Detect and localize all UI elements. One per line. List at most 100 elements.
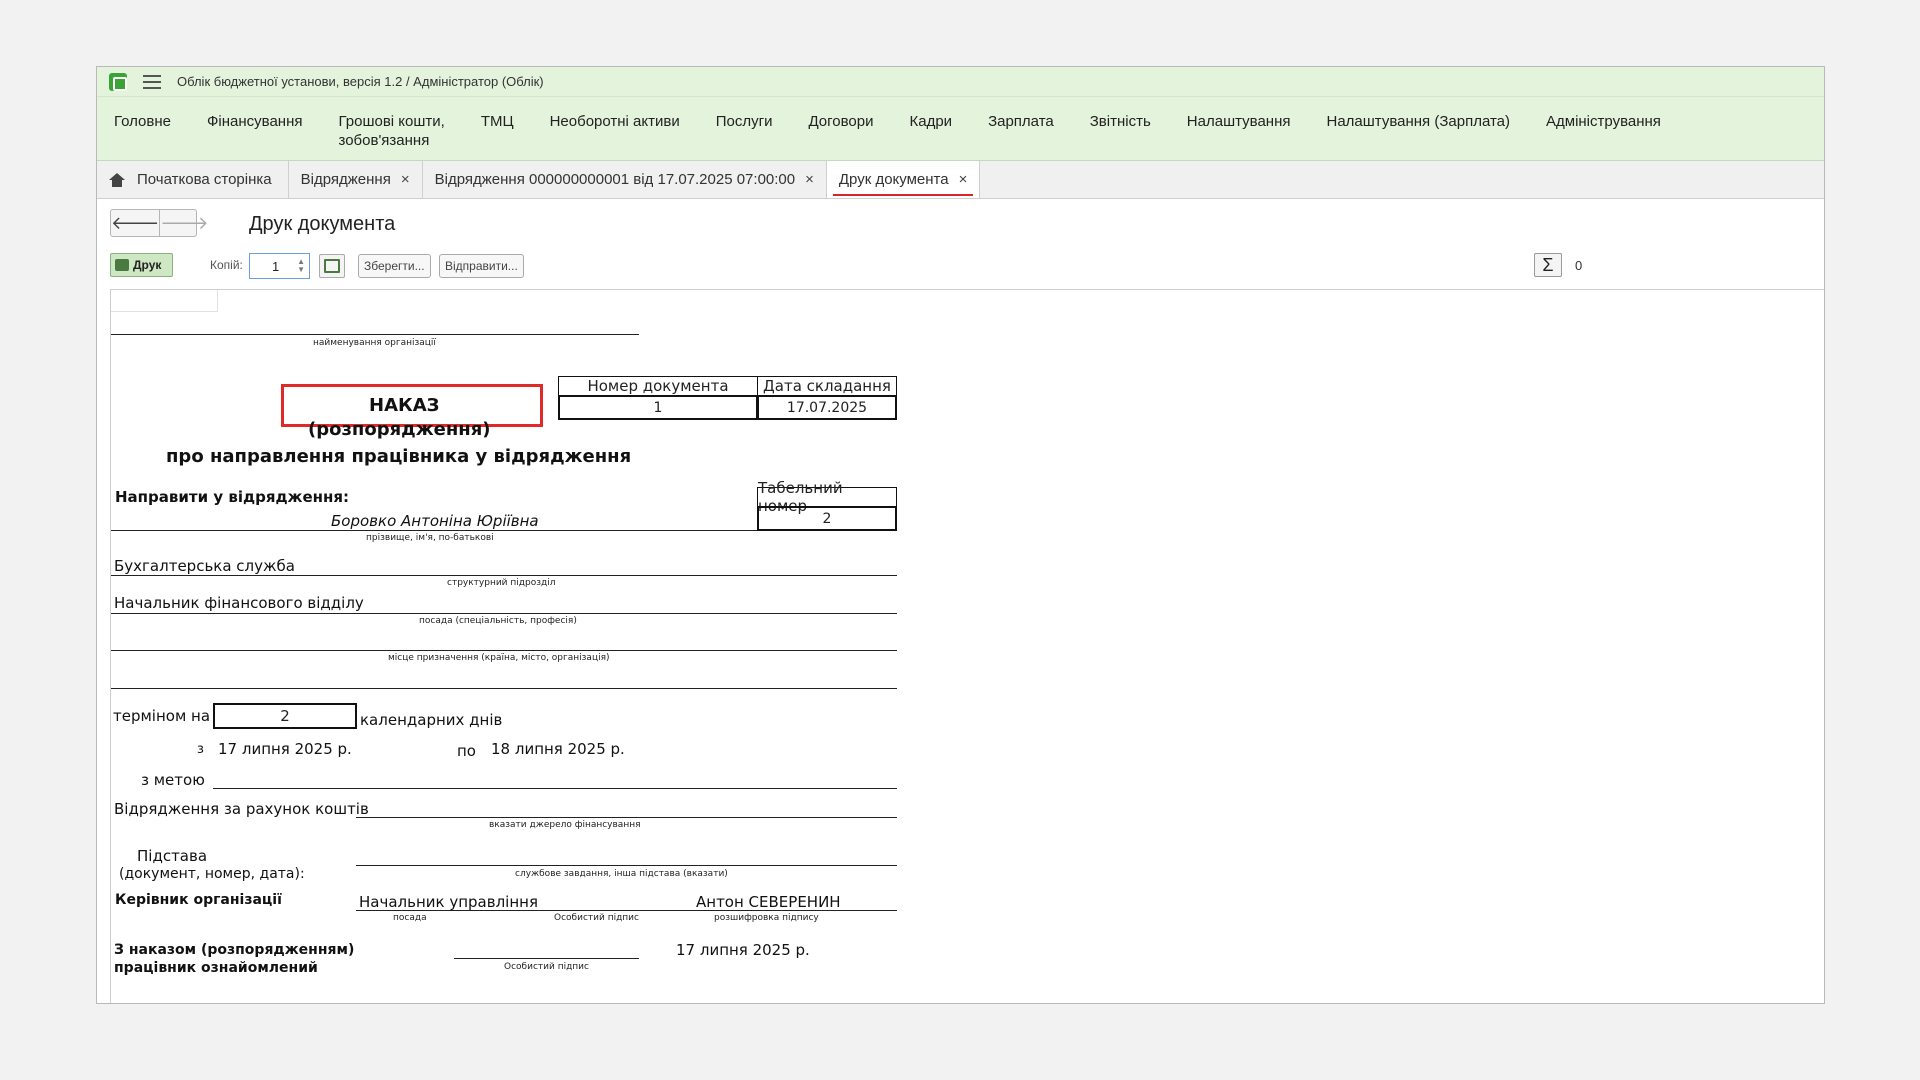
basis-caption: службове завдання, інша підстава (вказат… xyxy=(515,869,728,879)
ack-sign-caption: Особистий підпис xyxy=(504,962,589,972)
employee-name: Боровко Антоніна Юріївна xyxy=(331,512,539,530)
close-icon[interactable]: × xyxy=(805,171,814,188)
to-date: 18 липня 2025 р. xyxy=(491,740,625,758)
ack-label-2: працівник ознайомлений xyxy=(114,960,318,976)
menu-item-cash[interactable]: Грошові кошти, зобов'язання xyxy=(338,112,444,160)
decode-caption: розшифровка підпису xyxy=(714,913,819,923)
send-button[interactable]: Відправити... xyxy=(439,254,524,278)
tab-number: 2 xyxy=(757,506,897,531)
term-label: терміном на xyxy=(113,707,211,725)
tab-number-header: Табельний номер xyxy=(757,479,897,515)
edit-icon xyxy=(324,259,340,273)
tab-label: Відрядження xyxy=(300,171,391,188)
menu-item-hr[interactable]: Кадри xyxy=(910,112,953,160)
position: Начальник фінансового відділу xyxy=(114,594,364,612)
back-arrow-icon[interactable]: 🡐 xyxy=(111,210,159,236)
divider xyxy=(454,958,639,959)
tab-home[interactable]: Початкова сторінка xyxy=(97,161,289,198)
menu-item-admin[interactable]: Адміністрування xyxy=(1546,112,1661,160)
doc-subtitle: (розпорядження) xyxy=(308,419,491,440)
tab-print-document[interactable]: Друк документа × xyxy=(826,161,981,198)
forward-arrow-icon[interactable]: 🡒 xyxy=(159,210,209,236)
sum-icon[interactable]: Σ xyxy=(1534,253,1562,277)
funding-caption: вказати джерело фінансування xyxy=(489,820,641,830)
signature-caption: Особистий підпис xyxy=(554,913,639,923)
tab-label: Відрядження 000000000001 від 17.07.2025 … xyxy=(434,171,796,188)
divider xyxy=(111,688,897,689)
printer-icon xyxy=(115,259,129,271)
send-label: Направити у відрядження: xyxy=(115,488,350,506)
copies-value: 1 xyxy=(272,258,280,274)
tab-bar: Початкова сторінка Відрядження × Відрядж… xyxy=(97,161,1824,199)
position-caption: посада (спеціальність, професія) xyxy=(419,616,577,626)
basis-label: Підстава xyxy=(137,847,208,865)
divider xyxy=(111,613,897,614)
destination-caption: місце призначення (країна, місто, органі… xyxy=(388,653,610,663)
title-bar: Облік бюджетної установи, версія 1.2 / А… xyxy=(97,67,1824,97)
menu-item-settings[interactable]: Налаштування xyxy=(1187,112,1291,160)
save-button[interactable]: Зберегти... xyxy=(358,254,431,278)
print-button[interactable]: Друк xyxy=(110,253,173,277)
divider xyxy=(111,575,897,576)
basis-sub: (документ, номер, дата): xyxy=(119,866,305,882)
home-icon xyxy=(109,172,125,187)
tab-label: Друк документа xyxy=(838,171,949,188)
doc-title: НАКАЗ xyxy=(369,395,440,416)
employee-caption: прізвище, ім'я, по-батькові xyxy=(366,533,494,543)
copies-input[interactable]: 1 ▲ ▼ xyxy=(249,253,310,279)
print-button-label: Друк xyxy=(133,258,162,272)
menu-item-home[interactable]: Головне xyxy=(114,112,171,160)
menu-item-salary-settings[interactable]: Налаштування (Зарплата) xyxy=(1326,112,1510,160)
department: Бухгалтерська служба xyxy=(114,557,295,575)
doc-number: 1 xyxy=(558,395,758,420)
ack-date: 17 липня 2025 р. xyxy=(676,941,810,959)
doc-number-header: Номер документа xyxy=(558,376,758,396)
divider xyxy=(356,910,897,911)
funding-label: Відрядження за рахунок коштів xyxy=(114,800,369,818)
nav-buttons: 🡐 🡒 xyxy=(110,209,209,237)
close-icon[interactable]: × xyxy=(401,171,410,188)
copies-label: Копій: xyxy=(210,258,243,272)
doc-date: 17.07.2025 xyxy=(757,395,897,420)
divider xyxy=(356,865,897,866)
to-label: по xyxy=(457,742,476,760)
head-label: Керівник організації xyxy=(115,892,282,908)
close-icon[interactable]: × xyxy=(959,171,968,188)
position-sign-caption: посада xyxy=(393,913,427,923)
grid-cell xyxy=(111,290,218,312)
edit-button[interactable] xyxy=(319,254,345,278)
document-area[interactable]: найменування організації Номер документа… xyxy=(110,289,1824,1003)
app-window: Облік бюджетної установи, версія 1.2 / А… xyxy=(96,66,1825,1004)
menu-item-tmc[interactable]: ТМЦ xyxy=(481,112,514,160)
menu-item-contracts[interactable]: Договори xyxy=(808,112,873,160)
menu-item-services[interactable]: Послуги xyxy=(716,112,773,160)
menu-item-reports[interactable]: Звітність xyxy=(1090,112,1151,160)
menu-item-fixed-assets[interactable]: Необоротні активи xyxy=(550,112,680,160)
menu-hamburger-icon[interactable] xyxy=(143,74,161,89)
divider xyxy=(356,817,897,818)
head-name: Антон СЕВЕРЕНИН xyxy=(696,893,841,911)
org-caption: найменування організації xyxy=(313,338,436,348)
divider xyxy=(111,530,757,531)
doc-date-header: Дата складання xyxy=(757,376,897,396)
ack-label-1: З наказом (розпорядженням) xyxy=(114,942,355,958)
tab-trips[interactable]: Відрядження × xyxy=(289,161,423,198)
divider xyxy=(111,650,897,651)
doc-subtitle-2: про направлення працівника у відрядження xyxy=(166,446,632,467)
stepper-icon[interactable]: ▲ ▼ xyxy=(297,258,305,274)
menu-item-financing[interactable]: Фінансування xyxy=(207,112,302,160)
app-logo-icon xyxy=(109,72,127,91)
tab-trip-document[interactable]: Відрядження 000000000001 від 17.07.2025 … xyxy=(423,161,827,198)
purpose-label: з метою xyxy=(141,771,205,789)
app-title: Облік бюджетної установи, версія 1.2 / А… xyxy=(177,74,544,89)
divider xyxy=(213,788,897,789)
page-title: Друк документа xyxy=(249,213,396,235)
tab-label: Початкова сторінка xyxy=(137,171,272,188)
from-label: з xyxy=(197,742,204,757)
term-unit: календарних днів xyxy=(360,711,503,729)
sum-value: 0 xyxy=(1575,258,1583,273)
menu-item-salary[interactable]: Зарплата xyxy=(988,112,1054,160)
from-date: 17 липня 2025 р. xyxy=(218,740,352,758)
main-menu: Головне Фінансування Грошові кошти, зобо… xyxy=(97,97,1824,161)
divider xyxy=(111,334,639,335)
